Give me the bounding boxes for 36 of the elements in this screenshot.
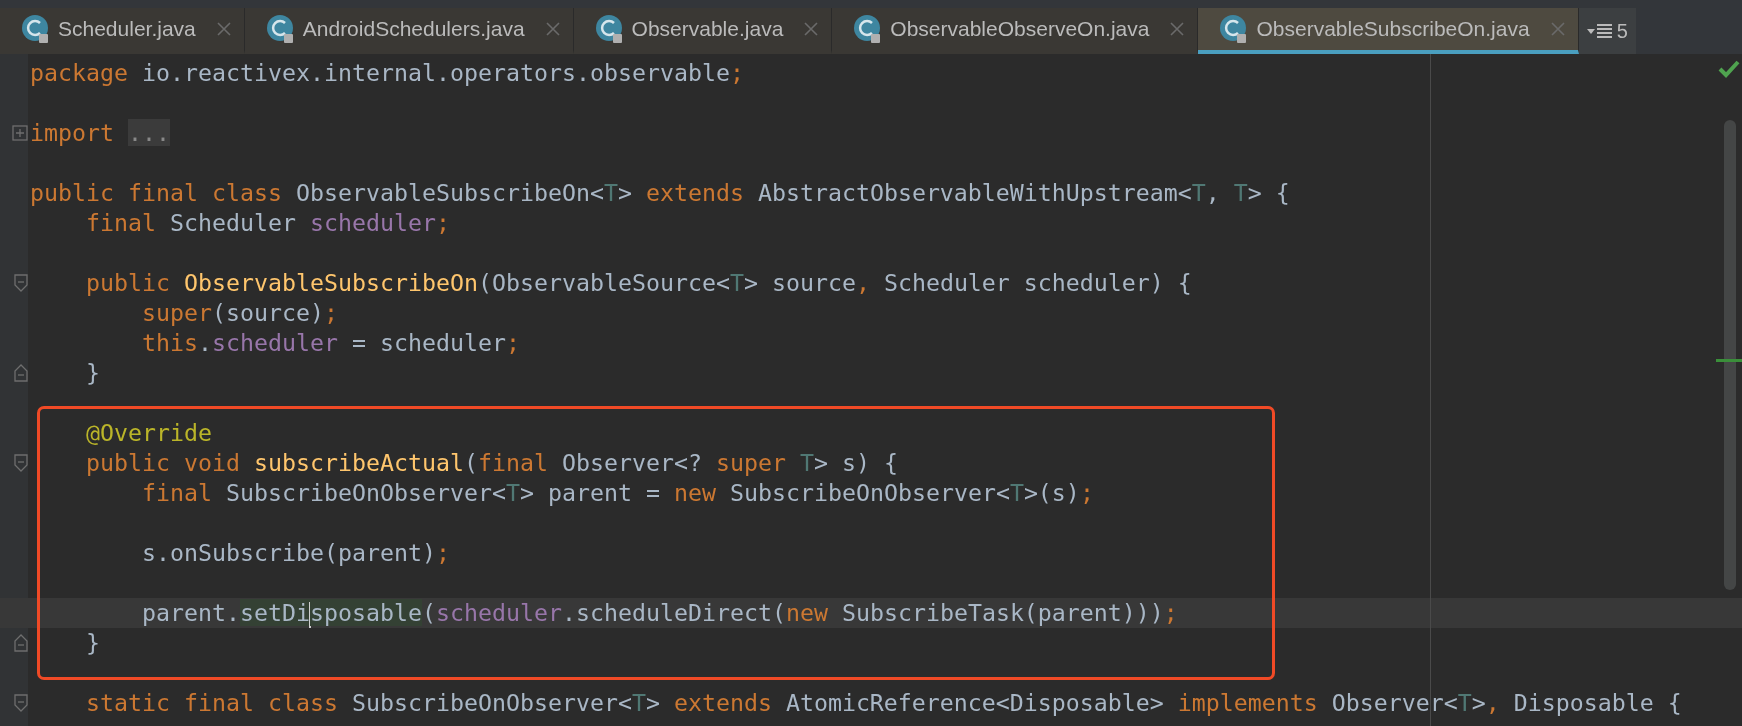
fold-icon[interactable] [14, 274, 28, 292]
file-tab[interactable]: Scheduler.java [0, 8, 245, 54]
close-icon[interactable] [544, 21, 561, 37]
code-line: package io.reactivex.internal.operators.observable; [29, 58, 744, 88]
code-line: this.scheduler = scheduler; [140, 328, 520, 358]
close-icon[interactable] [1549, 21, 1566, 37]
change-marker [1716, 359, 1742, 362]
code-line: parent.setDisposable(scheduler.scheduleDirect(new SubscribeTask(parent))); [140, 598, 1178, 628]
fold-icon[interactable] [14, 364, 28, 382]
tab-overflow-button[interactable]: 5 [1578, 8, 1636, 54]
file-tab[interactable]: AndroidSchedulers.java [244, 8, 574, 54]
code-line: @Override [85, 418, 212, 448]
code-line: super(source); [140, 298, 338, 328]
code-line: public void subscribeActual(final Observer<? super T> s) { [85, 448, 898, 478]
fold-icon[interactable] [14, 634, 28, 652]
code-line: final Scheduler scheduler; [85, 208, 450, 238]
close-icon[interactable] [803, 21, 820, 37]
check-icon [1718, 60, 1740, 78]
fold-icon[interactable] [14, 454, 28, 472]
code-line: public ObservableSubscribeOn(ObservableSource<T> source, Scheduler scheduler) { [85, 268, 1192, 298]
scrollbar[interactable] [1724, 120, 1736, 590]
code-line: } [85, 358, 100, 388]
close-icon[interactable] [215, 21, 232, 37]
code-line: public final class ObservableSubscribeOn<T> extends AbstractObservableWithUpstream<T, T> { [29, 178, 1290, 208]
file-tab[interactable]: Observable.java [573, 8, 833, 54]
code-line: static final class SubscribeOnObserver<T> extends AtomicReference<Disposable> implements Observer<T>, Disposable { [85, 688, 1682, 718]
list-icon [1586, 22, 1613, 40]
fold-icon[interactable] [14, 694, 28, 712]
code-line: s.onSubscribe(parent); [140, 538, 450, 568]
file-tab[interactable]: ObservableObserveOn.java [832, 8, 1199, 54]
expand-icon[interactable] [12, 125, 28, 141]
file-tab[interactable]: ObservableSubscribeOn.java [1198, 8, 1579, 54]
code-line: import ... [29, 118, 170, 148]
code-line: } [85, 628, 100, 658]
close-icon[interactable] [1169, 21, 1186, 37]
code-line: final SubscribeOnObserver<T> parent = new SubscribeOnObserver<T>(s); [140, 478, 1094, 508]
